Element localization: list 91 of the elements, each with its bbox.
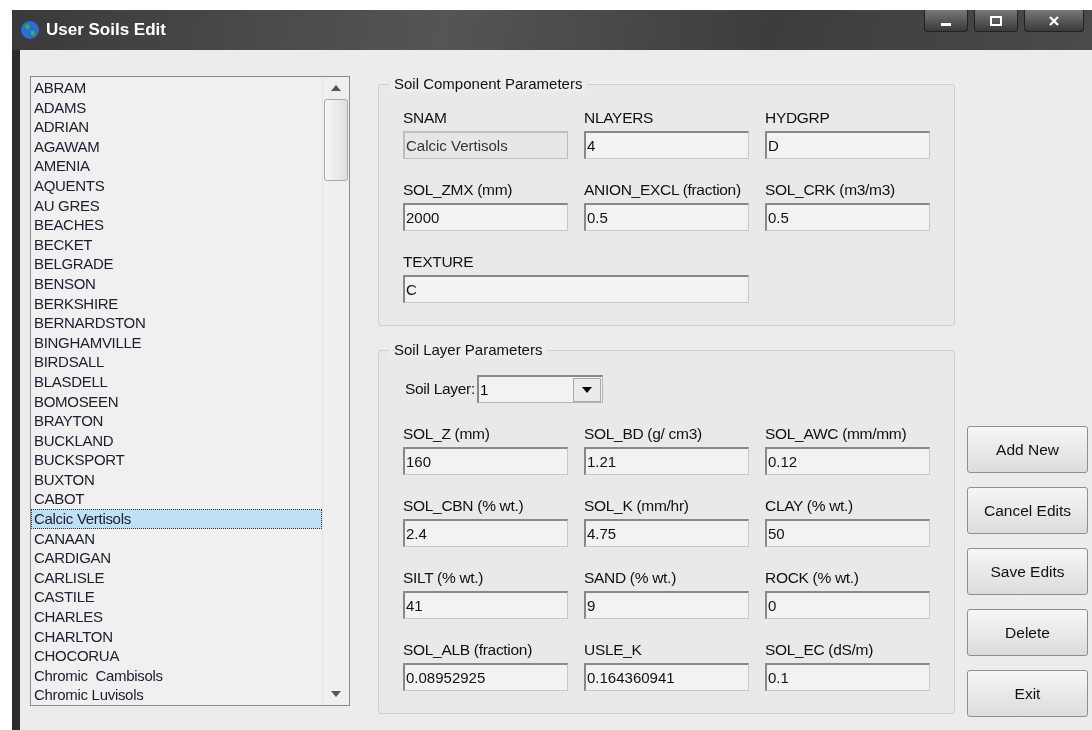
list-item[interactable]: BRAYTON xyxy=(31,411,322,431)
group-title: Soil Layer Parameters xyxy=(389,341,548,358)
action-button[interactable]: Exit xyxy=(967,670,1088,717)
action-button[interactable]: Save Edits xyxy=(967,548,1088,595)
field-label: SOL_EC (dS/m) xyxy=(765,641,875,659)
list-item[interactable]: BERKSHIRE xyxy=(31,293,322,314)
layer-dropdown[interactable]: 1 xyxy=(476,375,603,403)
list-item[interactable]: BOMOSEEN xyxy=(31,391,322,412)
list-item[interactable]: BUCKLAND xyxy=(31,430,322,451)
group-title: Soil Component Parameters xyxy=(389,75,588,92)
input-field[interactable]: 0 xyxy=(765,591,930,619)
field-label: SOL_ZMX (mm) xyxy=(403,181,514,199)
list-item[interactable]: BUCKSPORT xyxy=(31,450,322,470)
list-item[interactable]: CHARLTON xyxy=(31,626,322,647)
input-field[interactable]: 0.08952925 xyxy=(403,663,568,691)
list-item[interactable]: ADAMS xyxy=(31,97,322,118)
field-label: HYDGRP xyxy=(765,109,831,127)
scroll-thumb[interactable] xyxy=(324,99,348,181)
list-item[interactable]: BLASDELL xyxy=(31,371,322,392)
field-label: SOL_BD (g/ cm3) xyxy=(584,425,703,443)
list-item[interactable]: Chromic Luvisols xyxy=(31,685,322,705)
list-item[interactable]: BINGHAMVILLE xyxy=(31,332,322,353)
field-label: ANION_EXCL (fraction) xyxy=(584,181,742,199)
list-item[interactable]: BIRDSALL xyxy=(31,352,322,372)
list-item[interactable]: CANAAN xyxy=(31,528,322,549)
list-item[interactable]: Calcic Vertisols xyxy=(31,509,322,529)
list-item[interactable]: CABOT xyxy=(31,489,322,510)
list-item[interactable]: AGAWAM xyxy=(31,136,322,157)
list-item[interactable]: CHOCORUA xyxy=(31,646,322,666)
minimize-button[interactable] xyxy=(924,10,968,32)
field-label: SAND (% wt.) xyxy=(584,569,677,587)
window-title: User Soils Edit xyxy=(46,20,166,40)
scroll-down-icon[interactable] xyxy=(331,691,341,697)
list-item[interactable]: BECKET xyxy=(31,234,322,255)
list-item[interactable]: BERNARDSTON xyxy=(31,313,322,333)
input-field[interactable]: 2000 xyxy=(403,203,568,231)
field-label: TEXTURE xyxy=(403,253,475,271)
input-field[interactable]: C xyxy=(403,275,749,303)
list-item[interactable]: BELGRADE xyxy=(31,254,322,274)
list-item[interactable]: AQUENTS xyxy=(31,175,322,196)
input-field[interactable]: 4 xyxy=(584,131,749,159)
globe-icon xyxy=(20,20,40,40)
input-field[interactable]: 0.1 xyxy=(765,663,930,691)
list-item[interactable]: BUXTON xyxy=(31,469,322,490)
maximize-icon xyxy=(989,15,1003,26)
list-item[interactable]: ADRIAN xyxy=(31,117,322,137)
list-item[interactable]: CASTILE xyxy=(31,587,322,608)
list-item[interactable]: AU GRES xyxy=(31,195,322,216)
field-label: USLE_K xyxy=(584,641,643,659)
field-label: SOL_Z (mm) xyxy=(403,425,491,443)
input-field[interactable]: 2.4 xyxy=(403,519,568,547)
input-field[interactable]: 0.5 xyxy=(584,203,749,231)
close-icon xyxy=(1047,15,1061,26)
action-button[interactable]: Add New xyxy=(967,426,1088,473)
field-label: SNAM xyxy=(403,109,448,127)
input-field[interactable]: 0.164360941 xyxy=(584,663,749,691)
action-button[interactable]: Cancel Edits xyxy=(967,487,1088,534)
input-field[interactable]: D xyxy=(765,131,930,159)
input-field[interactable]: 160 xyxy=(403,447,568,475)
list-item[interactable]: CARLISLE xyxy=(31,567,322,588)
action-button[interactable]: Delete xyxy=(967,609,1088,656)
field-label: NLAYERS xyxy=(584,109,655,127)
list-item[interactable]: CHARLES xyxy=(31,607,322,627)
list-item[interactable]: Chromic Cambisols xyxy=(31,665,322,686)
input-field[interactable]: 41 xyxy=(403,591,568,619)
field-label: SOL_CBN (% wt.) xyxy=(403,497,525,515)
list-item[interactable]: ABRAM xyxy=(31,78,322,98)
input-field[interactable]: 50 xyxy=(765,519,930,547)
minimize-icon xyxy=(941,22,951,26)
input-field[interactable]: 9 xyxy=(584,591,749,619)
field-label: ROCK (% wt.) xyxy=(765,569,860,587)
list-item[interactable]: BEACHES xyxy=(31,215,322,235)
close-button[interactable] xyxy=(1024,10,1084,32)
scroll-up-icon[interactable] xyxy=(331,85,341,91)
scrollbar[interactable] xyxy=(322,77,349,705)
field-label: CLAY (% wt.) xyxy=(765,497,854,515)
input-field[interactable]: 1.21 xyxy=(584,447,749,475)
input-field[interactable]: 0.5 xyxy=(765,203,930,231)
field-label: SOL_K (mm/hr) xyxy=(584,497,690,515)
caret-icon xyxy=(581,386,592,393)
field-label: SOL_AWC (mm/mm) xyxy=(765,425,908,443)
input-field[interactable]: 4.75 xyxy=(584,519,749,547)
list-item[interactable]: AMENIA xyxy=(31,156,322,176)
field-label: SOL_CRK (m3/m3) xyxy=(765,181,896,199)
list-item[interactable]: BENSON xyxy=(31,273,322,294)
list-item[interactable]: CARDIGAN xyxy=(31,548,322,568)
maximize-button[interactable] xyxy=(974,10,1018,32)
input-field[interactable]: 0.12 xyxy=(765,447,930,475)
field-label: SOL_ALB (fraction) xyxy=(403,641,533,659)
field-label: Soil Layer: xyxy=(405,380,475,398)
field-label: SILT (% wt.) xyxy=(403,569,485,587)
